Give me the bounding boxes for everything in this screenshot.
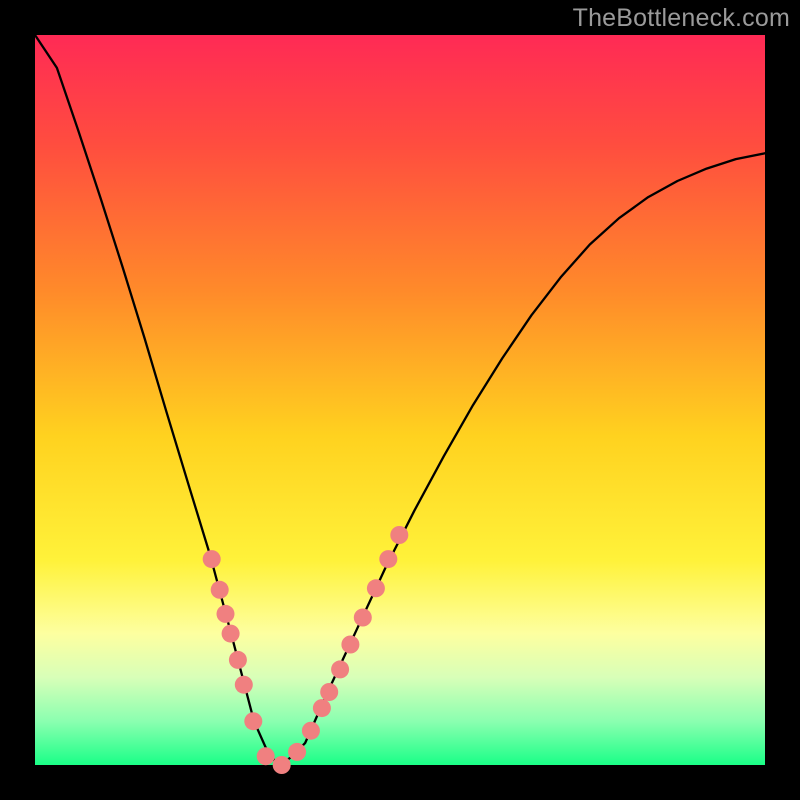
curve-marker [288, 743, 306, 761]
curve-marker [320, 683, 338, 701]
curve-marker [302, 722, 320, 740]
curve-marker [367, 579, 385, 597]
curve-marker [203, 550, 221, 568]
curve-marker [235, 676, 253, 694]
curve-marker [229, 651, 247, 669]
curve-marker [341, 636, 359, 654]
curve-marker [379, 550, 397, 568]
curve-marker [354, 609, 372, 627]
curve-marker [211, 581, 229, 599]
curve-marker [273, 756, 291, 774]
watermark-text: TheBottleneck.com [573, 4, 790, 33]
chart-svg [0, 0, 800, 800]
chart-stage: TheBottleneck.com [0, 0, 800, 800]
curve-marker [217, 605, 235, 623]
curve-marker [313, 699, 331, 717]
curve-marker [331, 660, 349, 678]
curve-marker [257, 747, 275, 765]
plot-background [35, 35, 765, 765]
curve-marker [244, 712, 262, 730]
curve-marker [222, 625, 240, 643]
curve-marker [390, 526, 408, 544]
